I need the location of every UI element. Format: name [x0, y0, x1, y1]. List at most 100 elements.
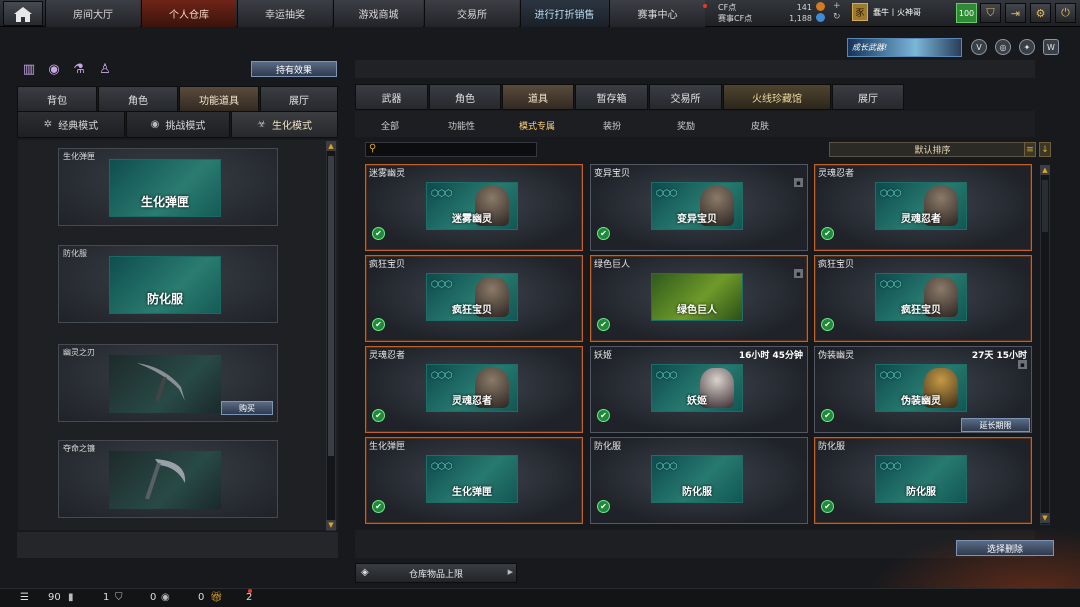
chat-icon[interactable]: ◉ — [161, 592, 170, 603]
tab-showroom[interactable]: 展厅 — [832, 84, 904, 110]
scythe-icon — [145, 459, 186, 500]
trash-icon[interactable]: ▪ — [794, 178, 803, 187]
flask-icon[interactable]: ⚗ — [70, 60, 88, 78]
tab-items[interactable]: 道具 — [502, 84, 574, 110]
trash-icon[interactable]: ▪ — [1018, 360, 1027, 369]
mode-challenge[interactable]: ◉ 挑战模式 — [126, 111, 230, 138]
tab-fireline-collection[interactable]: 火线珍藏馆 — [723, 84, 831, 110]
item-card-crazy-baby-2[interactable]: 疯狂宝贝 ⬡⬡⬡ 疯狂宝贝 ✔ — [814, 255, 1032, 342]
left-item-hazmat-suit[interactable]: 防化服 防化服 — [58, 245, 278, 323]
layers-icon: ◈ — [361, 567, 369, 578]
left-scrollbar-thumb[interactable] — [328, 156, 334, 456]
badge-v-icon[interactable]: V — [971, 39, 987, 55]
hex-pattern-icon: ⬡⬡⬡ — [431, 280, 453, 290]
left-item-death-scythe[interactable]: 夺命之镰 — [58, 440, 278, 518]
right-scroll-up-icon[interactable]: ▲ — [1040, 165, 1050, 175]
left-footer-strip — [17, 532, 338, 558]
sort-order-icon[interactable]: ↓ — [1039, 142, 1051, 157]
bullet-icon: ▮ — [68, 592, 74, 603]
hex-pattern-icon: ⬡⬡⬡ — [431, 189, 453, 199]
item-name: 幽灵之刃 — [63, 348, 95, 357]
card-art-label: 绿色巨人 — [677, 305, 717, 316]
mode-biochemical[interactable]: ☣ 生化模式 — [231, 111, 338, 138]
refresh-icon[interactable]: ↻ — [833, 12, 841, 22]
tab-discount-sale[interactable]: 进行打折销售 — [520, 0, 608, 27]
item-card-bio-magazine[interactable]: 生化弹匣 ⬡⬡⬡ 生化弹匣 ✔ — [365, 437, 583, 524]
buy-button[interactable]: 购买 — [221, 401, 273, 415]
search-input[interactable]: ⚲ — [365, 142, 537, 157]
subtab-skins[interactable]: 皮肤 — [751, 119, 769, 132]
subtab-rewards[interactable]: 奖励 — [677, 119, 695, 132]
search-icon: ⚲ — [369, 143, 377, 154]
left-tab-character[interactable]: 角色 — [98, 86, 178, 112]
tab-weapons[interactable]: 武器 — [355, 84, 428, 110]
shield-icon[interactable]: ⛉ — [980, 3, 1001, 23]
w-logo-icon[interactable]: W — [1043, 39, 1059, 55]
swirl-icon[interactable]: ◉ — [45, 60, 63, 78]
card-name: 防化服 — [818, 442, 846, 452]
exit-icon[interactable]: ⇥ — [1005, 3, 1026, 23]
chevron-right-icon: ▶ — [507, 568, 513, 576]
left-scrollbar[interactable] — [326, 141, 336, 531]
item-card-enchantress[interactable]: 妖姬 16小时 45分钟 ⬡⬡⬡ 妖姬 ✔ — [590, 346, 808, 433]
left-scroll-up-icon[interactable]: ▲ — [326, 141, 336, 151]
bag-icon[interactable]: ♙ — [96, 60, 114, 78]
subtab-functional[interactable]: 功能性 — [448, 119, 475, 132]
left-item-bio-magazine[interactable]: 生化弹匣 生化弹匣 — [58, 148, 278, 226]
card-remaining-time: 16小时 45分钟 — [738, 351, 803, 361]
tab-event-center[interactable]: 赛事中心 — [609, 0, 705, 27]
tab-game-mall[interactable]: 游戏商城 — [333, 0, 423, 27]
subtab-outfit[interactable]: 装扮 — [603, 119, 621, 132]
left-tab-function-items[interactable]: 功能道具 — [179, 86, 259, 112]
item-card-crazy-baby[interactable]: 疯狂宝贝 ⬡⬡⬡ 疯狂宝贝 ✔ — [365, 255, 583, 342]
item-card-green-giant[interactable]: 绿色巨人 ▪ 绿色巨人 ✔ — [590, 255, 808, 342]
tab-exchange-store[interactable]: 交易所 — [649, 84, 722, 110]
right-scrollbar[interactable] — [1040, 165, 1050, 525]
home-button[interactable] — [3, 1, 43, 26]
gear-icon[interactable]: ⚙ — [1030, 3, 1051, 23]
item-card-mist-ghost[interactable]: 迷雾幽灵 ⬡⬡⬡ 迷雾幽灵 ✔ — [365, 164, 583, 251]
tab-personal-storage[interactable]: 个人仓库 — [141, 0, 236, 27]
tab-exchange[interactable]: 交易所 — [424, 0, 519, 27]
left-scroll-down-icon[interactable]: ▼ — [326, 520, 336, 530]
tab-lucky-draw[interactable]: 幸运抽奖 — [237, 0, 332, 27]
sort-dropdown[interactable]: 默认排序 — [829, 142, 1036, 157]
tab-temp-box[interactable]: 暂存箱 — [575, 84, 648, 110]
owned-check-icon: ✔ — [372, 409, 385, 422]
growth-weapon-banner[interactable]: 成长武器! — [847, 38, 962, 57]
item-card-hazmat-suit-2[interactable]: 防化服 ⬡⬡⬡ 防化服 ✔ — [814, 437, 1032, 524]
extend-duration-button[interactable]: 延长期限 — [961, 418, 1030, 432]
mode-challenge-label: 挑战模式 — [165, 121, 206, 132]
left-tab-backpack[interactable]: 背包 — [17, 86, 97, 112]
mode-classic[interactable]: ✲ 经典模式 — [17, 111, 125, 138]
storage-limit-button[interactable]: ◈ 仓库物品上限 ▶ — [355, 563, 517, 583]
card-name: 生化弹匣 — [369, 442, 406, 452]
globe-icon[interactable]: ◎ — [995, 39, 1011, 55]
tab-room-lobby[interactable]: 房间大厅 — [45, 0, 140, 27]
item-card-mutant-baby[interactable]: 变异宝贝 ▪ ⬡⬡⬡ 变异宝贝 ✔ — [590, 164, 808, 251]
rank-chart-icon[interactable]: ▥ — [20, 60, 38, 78]
left-tab-showroom[interactable]: 展厅 — [260, 86, 338, 112]
bullet-count: 90 — [48, 592, 61, 603]
menu-icon[interactable]: ☰ — [20, 592, 29, 603]
shield-count: 1 — [103, 592, 110, 603]
item-card-hazmat-suit[interactable]: 防化服 ⬡⬡⬡ 防化服 ✔ — [590, 437, 808, 524]
owned-check-icon: ✔ — [372, 500, 385, 513]
gift-icon[interactable]: 🎁︎ — [210, 592, 223, 603]
subtab-all[interactable]: 全部 — [381, 119, 399, 132]
owned-check-icon: ✔ — [372, 318, 385, 331]
right-scrollbar-thumb[interactable] — [1042, 180, 1048, 232]
item-card-soul-ninja[interactable]: 灵魂忍者 ⬡⬡⬡ 灵魂忍者 ✔ — [814, 164, 1032, 251]
select-delete-button[interactable]: 选择删除 — [956, 540, 1054, 556]
subtab-mode-exclusive[interactable]: 模式专属 — [519, 119, 555, 132]
card-art: ⬡⬡⬡ 迷雾幽灵 — [426, 182, 518, 230]
owned-effects-button[interactable]: 持有效果 — [251, 61, 337, 77]
add-currency-icon[interactable]: + — [833, 1, 841, 11]
item-card-soul-ninja-2[interactable]: 灵魂忍者 ⬡⬡⬡ 灵魂忍者 ✔ — [365, 346, 583, 433]
wing-icon[interactable]: ✦ — [1019, 39, 1035, 55]
tab-characters[interactable]: 角色 — [429, 84, 501, 110]
trash-icon[interactable]: ▪ — [794, 269, 803, 278]
card-art-label: 迷雾幽灵 — [452, 214, 492, 225]
list-view-icon[interactable]: ≡ — [1024, 142, 1036, 157]
power-icon[interactable]: ⏻ — [1055, 3, 1076, 23]
